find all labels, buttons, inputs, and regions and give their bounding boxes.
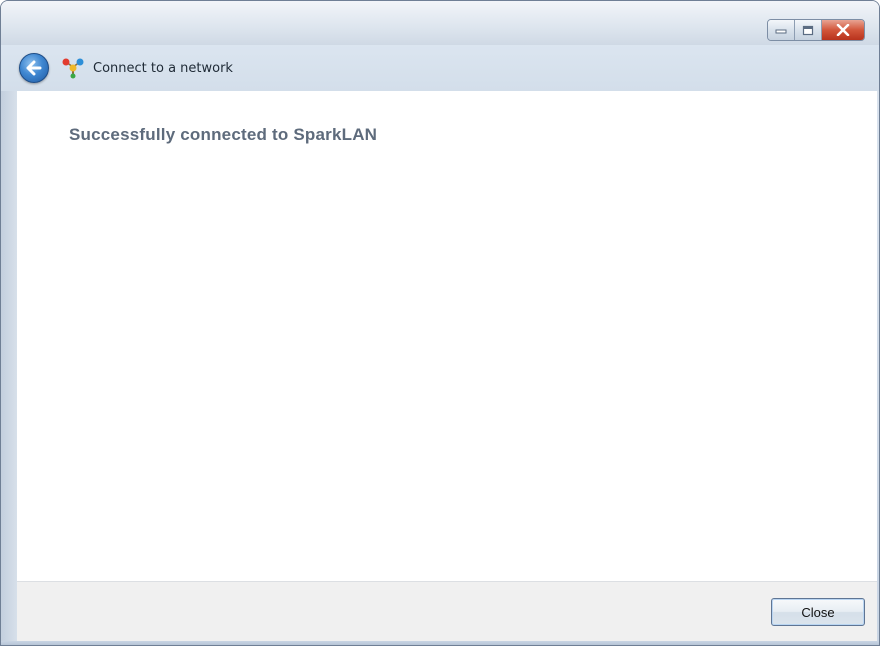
window-close-button[interactable] — [822, 20, 864, 40]
minimize-icon — [775, 29, 787, 34]
network-connection-icon — [61, 57, 85, 79]
left-frame — [1, 91, 17, 641]
maximize-button[interactable] — [795, 20, 822, 40]
back-button[interactable] — [19, 53, 49, 83]
content-area: Successfully connected to SparkLAN — [17, 91, 877, 581]
connect-to-network-window: Connect to a network Successfully connec… — [0, 0, 880, 646]
back-arrow-icon — [26, 60, 42, 76]
caption-buttons — [767, 19, 865, 41]
maximize-icon — [802, 25, 814, 35]
minimize-button[interactable] — [768, 20, 795, 40]
bottom-frame — [1, 641, 879, 645]
footer-bar: Close — [17, 581, 877, 641]
close-x-icon — [836, 24, 850, 36]
success-heading: Successfully connected to SparkLAN — [69, 125, 378, 144]
navigation-bar: Connect to a network — [1, 45, 879, 91]
nav-title: Connect to a network — [93, 60, 233, 76]
title-bar — [1, 1, 879, 45]
close-button[interactable]: Close — [771, 598, 865, 626]
